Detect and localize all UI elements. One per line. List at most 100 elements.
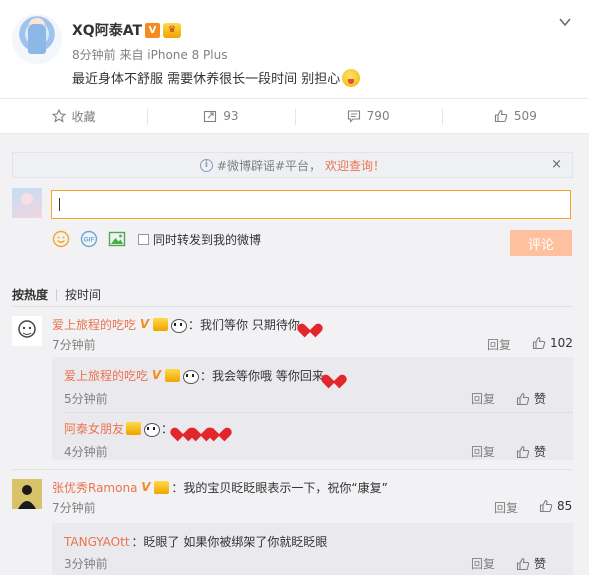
reply-text: 爱上旅程的吃吃 ：我会等你哦 等你回来 [64, 367, 342, 384]
comment-input[interactable] [51, 190, 571, 219]
text-caret [59, 198, 60, 211]
vip-crown-icon [153, 318, 169, 331]
reply-button[interactable]: 回复 [487, 336, 511, 353]
forward-count: 93 [223, 109, 239, 123]
reply-button[interactable]: 回复 [471, 443, 495, 460]
reply-button[interactable]: 回复 [471, 390, 495, 407]
reply-text: 阿泰女朋友 ： [64, 420, 227, 437]
favorite-button[interactable]: 收藏 [0, 99, 147, 133]
reply-button[interactable]: 回复 [471, 555, 495, 572]
weibo-post: XQ阿泰AT V ♛ 8分钟前 来自 iPhone 8 Plus 最近身体不舒服… [0, 0, 589, 98]
checkbox-box[interactable] [138, 233, 149, 245]
like-button[interactable]: 509 [441, 99, 589, 133]
heart-icon [211, 422, 227, 436]
comment-text: 张优秀Ramona ：我的宝贝眨眨眼表示一下，祝你“康复” [52, 479, 388, 496]
comment-text: 爱上旅程的吃吃 ：我们等你 只期待你 [52, 316, 318, 333]
vip-crown-icon [154, 481, 170, 494]
like-label: 赞 [534, 557, 547, 571]
reply-body: ：我会等你哦 等你回来 [200, 369, 324, 383]
notice-link[interactable]: 欢迎查询！ [325, 157, 385, 174]
rumor-notice-banner: i #微博辟谣#平台， 欢迎查询！ × [12, 152, 573, 178]
close-icon[interactable]: × [551, 157, 562, 172]
svg-text:GIF: GIF [84, 237, 95, 244]
replier-name[interactable]: TANGYAOtt [64, 535, 130, 549]
thumbs-up-icon [494, 109, 508, 123]
sort-by-time-tab[interactable]: 按时间 [65, 286, 101, 303]
gif-icon[interactable]: GIF [80, 230, 98, 248]
reply-time: 5分钟前 [64, 392, 108, 406]
thumbs-up-icon [516, 445, 530, 458]
like-label: 赞 [534, 445, 547, 459]
verified-v-icon [138, 318, 151, 331]
reply-like-button[interactable]: 赞 [516, 390, 546, 407]
comment-like-button[interactable]: 102 [532, 336, 573, 350]
verified-v-icon [139, 481, 152, 494]
reply-like-button[interactable]: 赞 [516, 555, 546, 572]
forward-button[interactable]: 93 [147, 99, 294, 133]
thumbs-up-icon [532, 336, 546, 350]
post-meta: 8分钟前 来自 iPhone 8 Plus [72, 48, 228, 62]
verified-badge: V [145, 22, 160, 38]
comment-body: ：我们等你 只期待你 [188, 318, 300, 332]
comment-count: 790 [366, 109, 390, 123]
comment-like-button[interactable]: 85 [539, 499, 572, 513]
comment-section: i #微博辟谣#平台， 欢迎查询！ × GIF 同时转发到我的微博 评论 按热度 … [0, 134, 589, 575]
star-icon [51, 109, 66, 123]
submit-comment-button[interactable]: 评论 [510, 230, 572, 256]
panda-icon [170, 318, 188, 333]
panda-icon [182, 369, 200, 384]
thumbs-up-icon [516, 557, 530, 570]
comment-button[interactable]: 790 [294, 99, 442, 133]
panda-icon [143, 422, 161, 437]
author-avatar[interactable] [12, 14, 62, 64]
author-name-text[interactable]: XQ阿泰AT [72, 20, 142, 40]
composer-tools: GIF 同时转发到我的微博 [52, 230, 261, 248]
emoji-icon[interactable] [52, 230, 70, 248]
reply-like-button[interactable]: 赞 [516, 443, 546, 460]
thumbs-up-icon [516, 392, 530, 405]
comment-time: 7分钟前 [52, 338, 96, 352]
vip-crown-icon [165, 369, 181, 382]
reply-button[interactable]: 回复 [494, 499, 518, 516]
tongue-emoji-icon [342, 68, 361, 87]
commenter-name[interactable]: 爱上旅程的吃吃 [52, 316, 136, 333]
repost-label: 同时转发到我的微博 [153, 232, 262, 247]
heart-icon [326, 369, 342, 383]
reply-text: TANGYAOtt ：眨眼了 如果你被绑架了你就眨眨眼 [64, 533, 327, 550]
current-user-avatar [12, 188, 42, 218]
replier-name[interactable]: 阿泰女朋友 [64, 420, 124, 437]
reply-divider [64, 412, 573, 413]
comment-icon [347, 110, 360, 123]
commenter-avatar[interactable] [12, 316, 42, 346]
verified-v-icon [150, 369, 163, 382]
reply-time: 4分钟前 [64, 445, 108, 459]
reply-time: 3分钟前 [64, 557, 108, 571]
favorite-label: 收藏 [71, 109, 96, 124]
sort-tabs: 按热度 按时间 [12, 286, 101, 303]
post-text: 最近身体不舒服 需要休养很长一段时间 别担心 [72, 72, 341, 87]
vip-crown-icon [126, 422, 142, 435]
thumbs-up-icon [539, 499, 553, 513]
reply-list: 爱上旅程的吃吃 ：我会等你哦 等你回来 5分钟前 回复 赞 阿泰女朋友 ： 4分… [52, 357, 573, 460]
sort-separator [56, 288, 58, 301]
sort-by-hot-tab[interactable]: 按热度 [12, 286, 48, 303]
notice-text: #微博辟谣#平台， [216, 158, 322, 173]
chevron-down-icon[interactable] [559, 16, 571, 28]
reply-body: ：眨眼了 如果你被绑架了你就眨眨眼 [131, 535, 328, 549]
post-content: 最近身体不舒服 需要休养很长一段时间 别担心 [72, 68, 361, 87]
repost-checkbox[interactable]: 同时转发到我的微博 [138, 231, 261, 248]
comment-item: 张优秀Ramona ：我的宝贝眨眨眼表示一下，祝你“康复” 7分钟前 回复 85 [12, 479, 573, 516]
comment-item: 爱上旅程的吃吃 ：我们等你 只期待你 7分钟前 回复 102 [12, 316, 573, 353]
replier-name[interactable]: 爱上旅程的吃吃 [64, 367, 148, 384]
commenter-name[interactable]: 张优秀Ramona [52, 479, 137, 496]
reply-list: TANGYAOtt ：眨眼了 如果你被绑架了你就眨眨眼 3分钟前 回复 赞 [52, 523, 573, 575]
forward-icon [204, 110, 217, 123]
like-count: 102 [550, 336, 573, 350]
like-label: 赞 [534, 392, 547, 406]
commenter-avatar[interactable] [12, 479, 42, 509]
action-bar: 收藏 93 790 509 [0, 98, 589, 134]
sort-divider [12, 306, 573, 307]
image-icon[interactable] [108, 230, 126, 248]
author-name[interactable]: XQ阿泰AT V ♛ [72, 20, 181, 40]
like-count: 85 [557, 499, 573, 513]
